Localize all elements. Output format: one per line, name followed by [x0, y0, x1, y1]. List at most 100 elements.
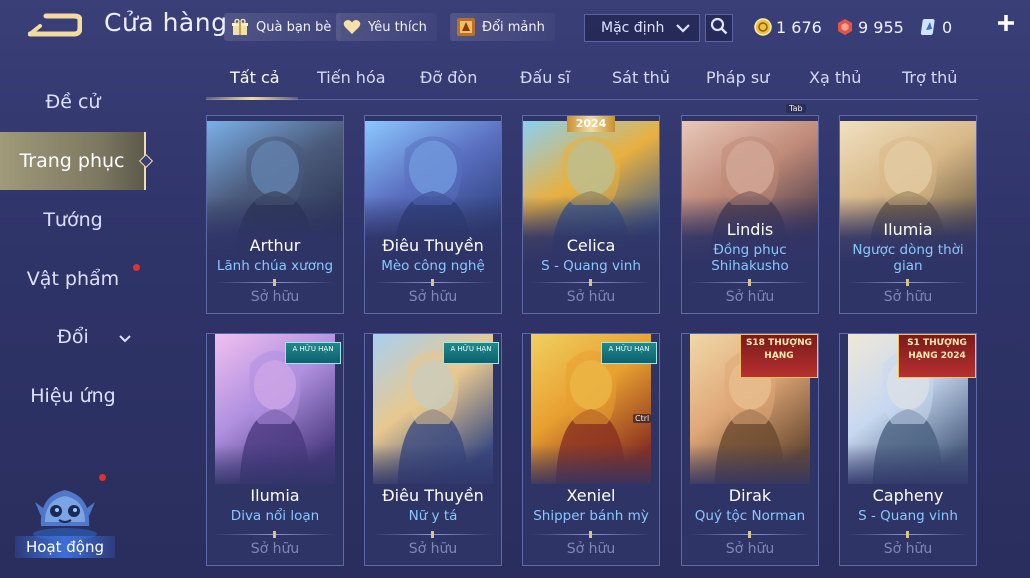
- fragment-value: 0: [942, 17, 953, 37]
- hero-name: Ilumia: [250, 486, 300, 505]
- hero-name: Capheny: [872, 486, 944, 505]
- favorites-label: Yêu thích: [368, 19, 427, 35]
- sidebar-item-skins[interactable]: Trang phục: [0, 132, 154, 190]
- plus-icon: [998, 15, 1014, 31]
- sort-dropdown-value: Mặc định: [601, 20, 665, 36]
- sidebar-item-items[interactable]: Vật phẩm: [0, 250, 146, 308]
- events-button[interactable]: Hoạt động: [15, 474, 115, 558]
- search-button[interactable]: [705, 14, 733, 42]
- limited-badge: A HỮU HẠN: [443, 342, 499, 364]
- tab-tank[interactable]: Đỡ đòn: [420, 68, 477, 87]
- tab-support[interactable]: Trợ thủ: [902, 68, 957, 87]
- owned-status: Sở hữu: [408, 289, 458, 305]
- skin-name: Quý tộc Norman: [694, 508, 806, 524]
- skin-card[interactable]: Lindis Đồng phục Shihakusho Sở hữu: [681, 115, 819, 314]
- card-divider: [690, 279, 810, 286]
- skin-name: Shipper bánh mỳ: [533, 508, 649, 524]
- event-mascot-icon: [33, 490, 97, 540]
- active-diamond-icon: [138, 153, 154, 169]
- tab-fighter[interactable]: Đấu sĩ: [520, 68, 570, 87]
- sort-dropdown[interactable]: Mặc định: [584, 14, 700, 42]
- skin-name: Nữ y tá: [408, 508, 458, 524]
- skin-name: Đồng phục Shihakusho: [711, 242, 789, 274]
- limited-badge: A HỮU HẠN: [285, 342, 341, 364]
- chevron-down-icon: [118, 328, 132, 350]
- skin-card[interactable]: Capheny S - Quang vinh Sở hữu S1 THƯỢNG …: [839, 333, 977, 566]
- friend-gift-button[interactable]: Quà bạn bè: [224, 13, 342, 41]
- keyboard-hint-tab: Tab: [786, 104, 806, 113]
- chevron-down-icon: [675, 21, 691, 39]
- sidebar-item-label: Vật phẩm: [26, 268, 120, 290]
- add-currency-button[interactable]: [996, 12, 1018, 38]
- fragment-balance: 0: [920, 15, 952, 39]
- sidebar-item-effects[interactable]: Hiệu ứng: [0, 367, 146, 425]
- sidebar-item-label: Tướng: [43, 209, 103, 231]
- hero-name: Điêu Thuyền: [382, 486, 484, 505]
- tab-assassin[interactable]: Sát thủ: [612, 68, 670, 87]
- hero-name: Ilumia: [883, 220, 933, 239]
- category-tabs: Tất cả Tiến hóa Đỡ đòn Đấu sĩ Sát thủ Ph…: [206, 62, 978, 100]
- skin-card[interactable]: Ilumia Diva nổi loạn Sở hữu A HỮU HẠN: [206, 333, 344, 566]
- hero-name: Xeniel: [566, 486, 616, 505]
- skin-card[interactable]: Dirak Quý tộc Norman Sở hữu S18 THƯỢNG H…: [681, 333, 819, 566]
- skin-name: Mèo công nghệ: [381, 258, 485, 274]
- card-divider: [373, 279, 493, 286]
- owned-status: Sở hữu: [566, 289, 616, 305]
- skin-card[interactable]: Celica S - Quang vinh Sở hữu 2024: [522, 115, 660, 314]
- gift-icon: [230, 17, 250, 37]
- owned-status: Sở hữu: [566, 541, 616, 557]
- notification-dot: [99, 474, 106, 481]
- sidebar-item-exchange[interactable]: Đổi: [0, 308, 146, 366]
- keyboard-hint-ctrl: Ctrl: [633, 414, 652, 423]
- top-bar: Cửa hàng Quà bạn bè Yêu thích Đổi mảnh M…: [0, 0, 1030, 56]
- sidebar-item-recommended[interactable]: Đề cử: [0, 73, 146, 131]
- card-fade: [523, 196, 659, 266]
- card-divider: [848, 279, 968, 286]
- card-divider: [215, 531, 335, 538]
- fragment-exchange-label: Đổi mảnh: [482, 19, 545, 35]
- skin-fragment-icon: [920, 18, 938, 36]
- card-divider: [373, 531, 493, 538]
- owned-status: Sở hữu: [250, 541, 300, 557]
- skin-name: Diva nổi loạn: [230, 508, 320, 524]
- hero-name: Điêu Thuyền: [382, 236, 484, 255]
- card-fade: [207, 196, 343, 266]
- skin-name: S - Quang vinh: [541, 258, 641, 274]
- skin-name: Ngược dòng thời gian: [852, 242, 964, 274]
- skin-card[interactable]: Điêu Thuyền Nữ y tá Sở hữu A HỮU HẠN: [364, 333, 502, 566]
- skin-card[interactable]: Xeniel Shipper bánh mỳ Sở hữu A HỮU HẠN C…: [522, 333, 660, 566]
- card-divider: [531, 531, 651, 538]
- fragment-exchange-button[interactable]: Đổi mảnh: [450, 13, 555, 41]
- back-arrow-icon[interactable]: [27, 12, 83, 40]
- notification-dot: [133, 264, 140, 271]
- sidebar-item-heroes[interactable]: Tướng: [0, 191, 146, 249]
- hero-name: Celica: [566, 236, 616, 255]
- tab-mage[interactable]: Pháp sư: [706, 68, 769, 87]
- owned-status: Sở hữu: [725, 289, 775, 305]
- search-icon: [710, 17, 728, 39]
- active-tab-indicator: [206, 97, 298, 100]
- tab-evolution[interactable]: Tiến hóa: [317, 68, 386, 87]
- gold-coin-icon: [754, 18, 772, 36]
- voucher-icon: [836, 18, 854, 36]
- skin-card[interactable]: Ilumia Ngược dòng thời gian Sở hữu: [839, 115, 977, 314]
- card-divider: [531, 279, 651, 286]
- sidebar-item-label: Hiệu ứng: [30, 385, 116, 407]
- owned-status: Sở hữu: [725, 541, 775, 557]
- events-label: Hoạt động: [15, 536, 115, 558]
- fragment-exchange-icon: [456, 17, 476, 37]
- rank-season-badge: S18 THƯỢNG HẠNG: [740, 334, 818, 378]
- card-divider: [215, 279, 335, 286]
- voucher-value: 9 955: [858, 17, 904, 37]
- hero-name: Dirak: [728, 486, 772, 505]
- tab-all[interactable]: Tất cả: [230, 68, 280, 87]
- skin-card[interactable]: Điêu Thuyền Mèo công nghệ Sở hữu: [364, 115, 502, 314]
- favorites-button[interactable]: Yêu thích: [336, 13, 437, 41]
- heart-icon: [342, 17, 362, 37]
- sidebar-item-label: Đề cử: [45, 91, 101, 113]
- hero-name: Lindis: [726, 220, 774, 239]
- gold-balance: 1 676: [754, 15, 822, 39]
- owned-status: Sở hữu: [250, 289, 300, 305]
- skin-card[interactable]: Arthur Lãnh chúa xương Sở hữu: [206, 115, 344, 314]
- tab-marksman[interactable]: Xạ thủ: [809, 68, 861, 87]
